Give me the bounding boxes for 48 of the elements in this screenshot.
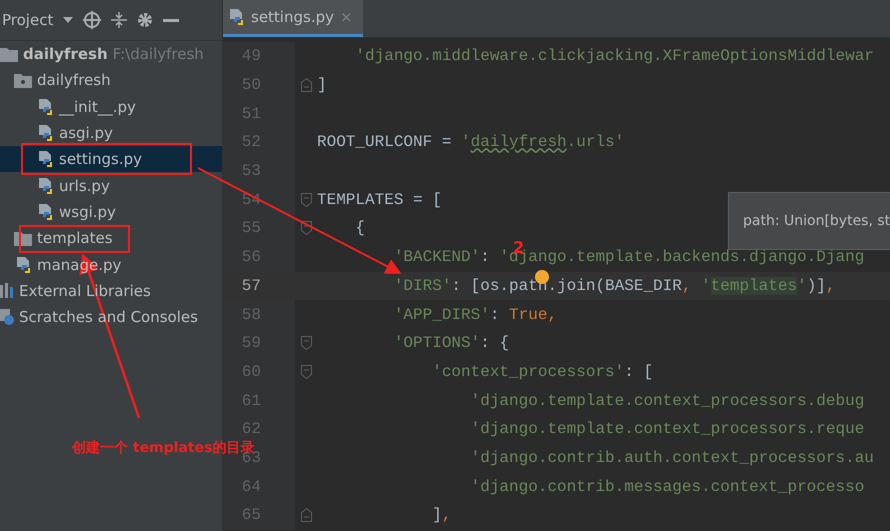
- collapse-icon[interactable]: [111, 12, 128, 28]
- code-line: 'APP_DIRS': True,: [392, 306, 558, 324]
- fold-marker-icon[interactable]: [300, 364, 312, 379]
- fold-marker-icon[interactable]: [300, 508, 312, 522]
- code-line: 'django.template.context_processors.debug: [470, 392, 864, 410]
- tree-item[interactable]: wsgi.py: [0, 198, 222, 226]
- minimize-icon[interactable]: [163, 18, 180, 22]
- tree-item[interactable]: templates: [0, 225, 222, 252]
- editor-tab[interactable]: settings.py ×: [223, 0, 363, 37]
- fold-marker-icon[interactable]: [300, 192, 312, 207]
- code-line: {: [354, 219, 366, 238]
- tooltip: path: Union[bytes, st: [728, 192, 890, 250]
- code-line: ]: [317, 76, 327, 94]
- code-line: 'context_processors': [: [431, 362, 654, 381]
- python-file-icon: [38, 98, 54, 116]
- python-file-icon: [38, 176, 54, 195]
- code-line: 'django.template.context_processors.reque: [470, 420, 864, 438]
- code-line: ],: [431, 506, 452, 524]
- dropdown-caret-icon[interactable]: [63, 17, 74, 23]
- folder-icon: [0, 46, 18, 62]
- fold-marker-icon[interactable]: [300, 336, 312, 350]
- tree-item[interactable]: __init__.py: [0, 94, 222, 120]
- tree-item[interactable]: asgi.py: [0, 120, 222, 146]
- code-line: TEMPLATES = [: [317, 190, 442, 209]
- tree-item[interactable]: dailyfresh: [0, 67, 222, 94]
- settings-icon[interactable]: [137, 12, 154, 28]
- scratches-icon: [0, 309, 14, 326]
- code-line: 'django.contrib.messages.context_processo: [470, 478, 864, 496]
- library-icon: [0, 283, 14, 298]
- python-file-icon: [229, 8, 245, 26]
- code-line: ROOT_URLCONF = 'dailyfresh.urls': [317, 133, 624, 152]
- project-path: F:\dailyfresh: [112, 45, 204, 64]
- python-file-icon: [38, 202, 54, 221]
- python-file-icon: [16, 256, 32, 274]
- fold-marker-icon[interactable]: [300, 78, 312, 92]
- fold-marker-icon[interactable]: [300, 221, 312, 236]
- target-icon[interactable]: [83, 11, 102, 29]
- python-file-icon: [38, 124, 54, 142]
- tree-item[interactable]: urls.py: [0, 172, 222, 199]
- project-panel-title[interactable]: Project: [2, 11, 54, 29]
- python-file-icon: [38, 150, 54, 168]
- code-line: 'django.middleware.clickjacking.XFrameOptionsMiddlewar: [354, 47, 874, 66]
- tree-item[interactable]: dailyfresh F:\dailyfresh: [0, 41, 222, 68]
- folder-icon: [14, 72, 32, 88]
- code-line: 'DIRS': [os.path.join(BASE_DIR, 'templates')],: [392, 276, 836, 295]
- code-line: 'OPTIONS': {: [392, 334, 510, 352]
- code-line: 'django.contrib.auth.context_processors.au: [470, 448, 874, 467]
- tree-item[interactable]: settings.py: [0, 146, 222, 172]
